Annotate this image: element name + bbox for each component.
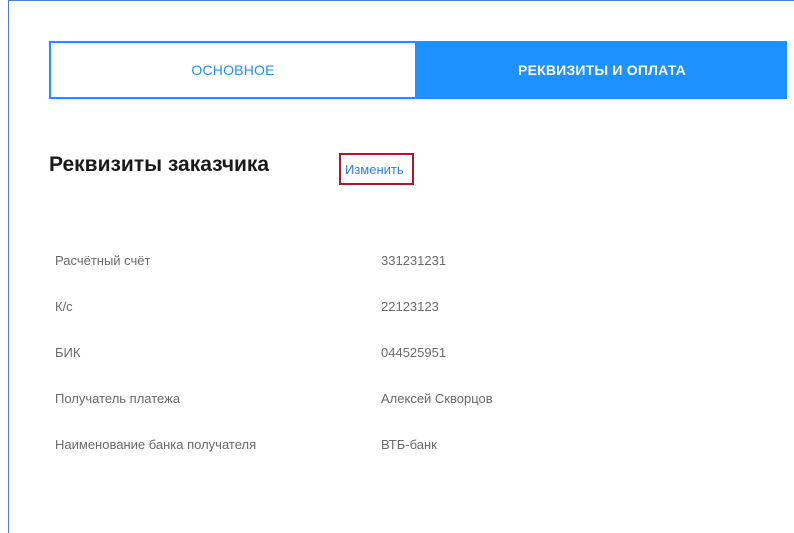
details-row-account: Расчётный счёт 331231231 xyxy=(55,253,655,299)
details-value: 331231231 xyxy=(381,253,447,268)
details-value: ВТБ-банк xyxy=(381,437,437,452)
edit-link[interactable]: Изменить xyxy=(339,153,414,185)
section-title: Реквизиты заказчика xyxy=(49,153,270,176)
details-label: Наименование банка получателя xyxy=(55,437,257,452)
details-row-bik: БИК 044525951 xyxy=(55,345,655,391)
details-value: 044525951 xyxy=(381,345,447,360)
tab-requisites-and-payment[interactable]: РЕКВИЗИТЫ И ОПЛАТА xyxy=(417,41,787,99)
requisites-list: Расчётный счёт 331231231 К/с 22123123 БИ… xyxy=(55,253,655,483)
tab-main[interactable]: ОСНОВНОЕ xyxy=(49,41,417,99)
details-row-recipient: Получатель платежа Алексей Скворцов xyxy=(55,391,655,437)
details-label: К/с xyxy=(55,299,73,314)
details-label: Расчётный счёт xyxy=(55,253,151,268)
details-label: Получатель платежа xyxy=(55,391,181,406)
details-row-correspondent-account: К/с 22123123 xyxy=(55,299,655,345)
tab-bar: ОСНОВНОЕ РЕКВИЗИТЫ И ОПЛАТА xyxy=(49,41,787,99)
content-panel: ОСНОВНОЕ РЕКВИЗИТЫ И ОПЛАТА Реквизиты за… xyxy=(8,0,794,533)
details-label: БИК xyxy=(55,345,81,360)
details-value: Алексей Скворцов xyxy=(381,391,493,406)
details-value: 22123123 xyxy=(381,299,439,314)
details-row-bank-name: Наименование банка получателя ВТБ-банк xyxy=(55,437,655,483)
